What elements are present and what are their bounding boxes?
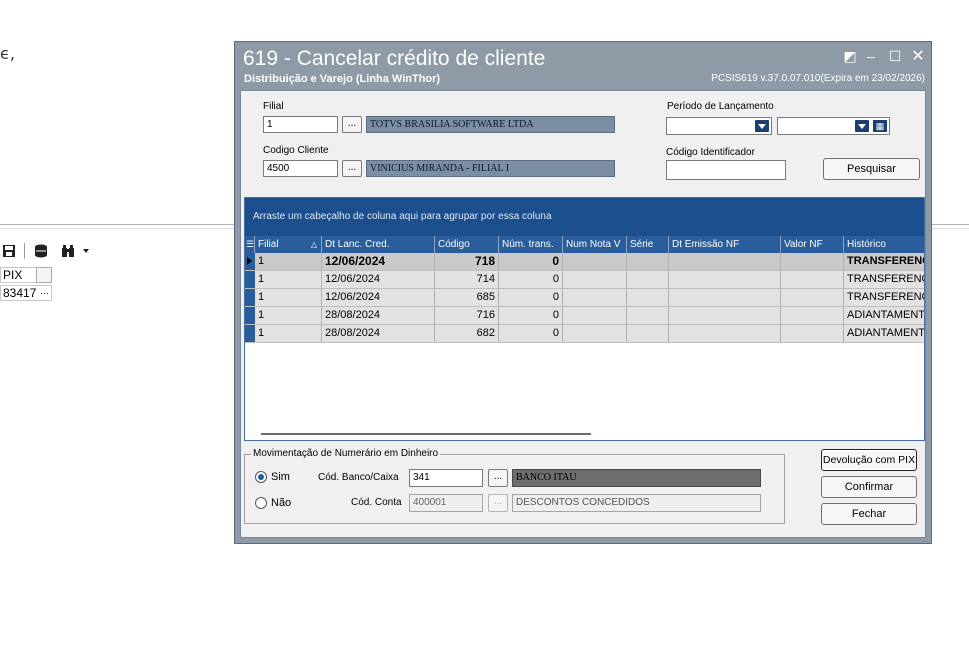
dialog-content: Filial 1 ... TOTVS BRASILIA SOFTWARE LTD…	[240, 90, 926, 538]
chevron-down-icon[interactable]	[855, 120, 869, 132]
background-toolbar	[0, 236, 120, 266]
credits-grid: Arraste um cabeçalho de coluna aqui para…	[244, 197, 925, 441]
background-text-fragment: ϵ,	[0, 44, 15, 63]
table-row[interactable]: 1 12/06/2024 714 0 TRANSFERENCIA	[245, 271, 924, 289]
toolbar-separator	[24, 243, 25, 259]
dialog-window: 619 - Cancelar crédito de cliente Distri…	[234, 41, 932, 544]
filial-input[interactable]: 1	[263, 116, 338, 133]
banco-lookup-button[interactable]: ...	[488, 469, 508, 487]
banco-name-display: BANCO ITAU	[512, 469, 761, 487]
devolucao-pix-button[interactable]: Devolução com PIX	[821, 449, 917, 471]
restore-icon[interactable]: ◩	[841, 48, 859, 65]
nao-radio[interactable]	[255, 497, 267, 509]
conta-input[interactable]: 400001	[409, 494, 483, 512]
cliente-name-display: VINICIUS MIRANDA - FILIAL I	[366, 160, 615, 177]
filial-label: Filial	[263, 101, 284, 112]
codigo-identificador-label: Código Identificador	[666, 147, 755, 158]
conta-lookup-button[interactable]: ...	[488, 494, 508, 512]
chevron-down-icon[interactable]	[83, 249, 89, 253]
background-cell-code: 83417 ···	[0, 285, 52, 301]
calendar-icon[interactable]: ▦	[873, 120, 887, 132]
column-header-filial[interactable]: Filial △	[255, 236, 322, 253]
table-row[interactable]: 1 12/06/2024 718 0 TRANSFERENC	[245, 253, 924, 271]
close-button[interactable]: ✕	[909, 46, 927, 66]
banco-input[interactable]: 341	[409, 469, 483, 487]
confirmar-button[interactable]: Confirmar	[821, 476, 917, 498]
filial-lookup-button[interactable]: ...	[342, 116, 362, 133]
banco-label: Cód. Banco/Caixa	[318, 472, 399, 483]
sim-radio-label: Sim	[271, 471, 290, 483]
cliente-label: Codigo Cliente	[263, 145, 329, 156]
periodo-start-date[interactable]	[666, 117, 772, 135]
background-cell-button[interactable]	[36, 267, 52, 283]
conta-label: Cód. Conta	[351, 497, 402, 508]
column-chooser-icon[interactable]: ☰	[245, 236, 255, 253]
movimentacao-groupbox: Movimentação de Numerário em Dinheiro Si…	[244, 448, 785, 524]
pesquisar-button[interactable]: Pesquisar	[823, 158, 920, 180]
cliente-lookup-button[interactable]: ...	[342, 160, 362, 177]
filial-name-display: TOTVS BRASILIA SOFTWARE LTDA	[366, 116, 615, 133]
column-header-historico[interactable]: Histórico	[844, 236, 924, 253]
sim-radio[interactable]	[255, 471, 267, 483]
row-indicator	[245, 307, 255, 324]
group-by-panel[interactable]: Arraste um cabeçalho de coluna aqui para…	[245, 198, 924, 236]
column-header-dt-emissao[interactable]: Dt Emissão NF	[669, 236, 781, 253]
table-row[interactable]: 1 28/08/2024 682 0 ADIANTAMENTO	[245, 325, 924, 343]
column-header-codigo[interactable]: Código	[435, 236, 499, 253]
movimentacao-title: Movimentação de Numerário em Dinheiro	[251, 448, 441, 459]
column-header-serie[interactable]: Série	[627, 236, 669, 253]
fechar-button[interactable]: Fechar	[821, 503, 917, 525]
version-label: PCSIS619 v.37.0.07.010(Expira em 23/02/2…	[711, 73, 925, 84]
column-header-num-nota[interactable]: Num Nota V	[563, 236, 627, 253]
title-bar[interactable]: 619 - Cancelar crédito de cliente Distri…	[235, 42, 931, 90]
binoculars-icon[interactable]	[61, 244, 75, 258]
periodo-end-date[interactable]: ▦	[777, 117, 890, 135]
column-header-valor-nf[interactable]: Valor NF	[781, 236, 844, 253]
nao-radio-label: Não	[271, 497, 292, 509]
row-indicator	[245, 271, 255, 288]
window-subtitle: Distribuição e Varejo (Linha WinThor)	[244, 73, 441, 85]
database-icon[interactable]	[34, 244, 48, 258]
cliente-input[interactable]: 4500	[263, 160, 338, 177]
grid-header: ☰ Filial △ Dt Lanc. Cred. Código Núm. tra…	[245, 236, 924, 253]
save-icon[interactable]	[2, 244, 16, 258]
table-row[interactable]: 1 28/08/2024 716 0 ADIANTAMENTO	[245, 307, 924, 325]
horizontal-scrollbar[interactable]	[261, 433, 591, 435]
row-indicator	[245, 253, 255, 270]
minimize-button[interactable]: –	[862, 48, 880, 64]
codigo-identificador-input[interactable]	[666, 160, 786, 180]
column-header-num-trans[interactable]: Núm. trans.	[499, 236, 563, 253]
chevron-down-icon[interactable]	[755, 120, 769, 132]
table-row[interactable]: 1 12/06/2024 685 0 TRANSFERENCIA	[245, 289, 924, 307]
window-title: 619 - Cancelar crédito de cliente	[243, 47, 546, 70]
maximize-button[interactable]: ☐	[886, 48, 904, 65]
conta-name-display: DESCONTOS CONCEDIDOS	[512, 494, 761, 512]
row-indicator	[245, 325, 255, 342]
row-indicator	[245, 289, 255, 306]
periodo-label: Período de Lançamento	[667, 101, 774, 112]
column-header-dt-lanc[interactable]: Dt Lanc. Cred.	[322, 236, 435, 253]
